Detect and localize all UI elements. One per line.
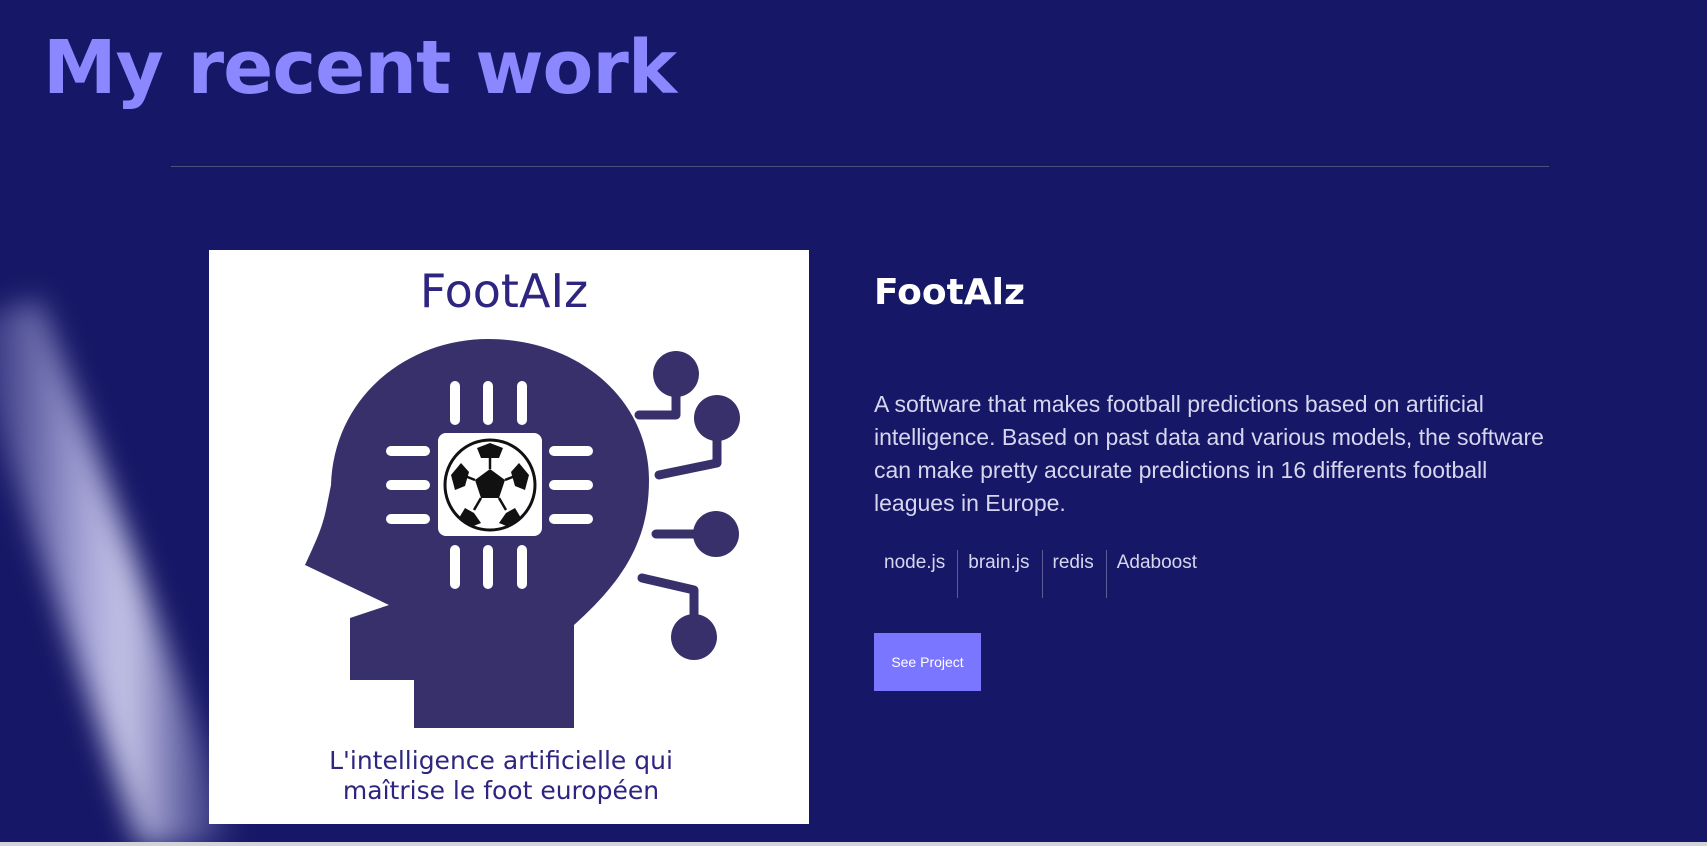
tech-tag: redis <box>1043 550 1107 598</box>
project-name: FootAlz <box>874 272 1025 313</box>
section-divider <box>171 166 1549 167</box>
page: My recent work FootAIz L'intelligence ar… <box>0 0 1707 846</box>
brain-head-icon <box>305 339 740 728</box>
logo-caption-line2: maîtrise le foot européen <box>343 776 659 805</box>
project-image: FootAIz L'intelligence artificielle qui … <box>209 250 809 824</box>
logo-title: FootAIz <box>420 264 588 318</box>
page-title: My recent work <box>43 25 677 111</box>
project-description: A software that makes football predictio… <box>874 391 1544 516</box>
soccer-ball-icon <box>443 438 537 532</box>
tech-tag: Adaboost <box>1116 552 1198 573</box>
see-project-button[interactable]: See Project <box>874 633 981 691</box>
logo-caption-line1: L'intelligence artificielle qui <box>329 746 673 775</box>
tech-tags: node.js brain.js redis Adaboost <box>874 550 1209 598</box>
tech-tag: brain.js <box>958 550 1043 598</box>
tech-tag: node.js <box>874 550 959 598</box>
project-card: FootAIz L'intelligence artificielle qui … <box>209 250 1569 824</box>
page-bottom-border <box>0 842 1707 846</box>
